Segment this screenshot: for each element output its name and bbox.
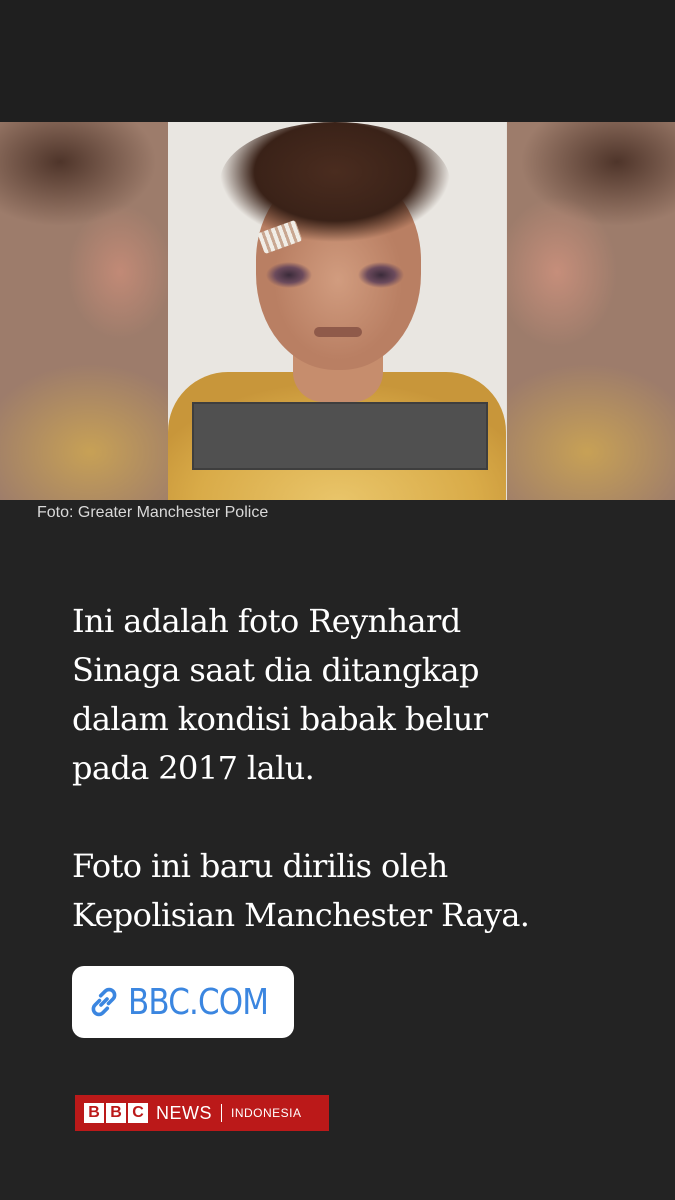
redaction-box [192, 402, 488, 470]
bbc-separator [221, 1104, 222, 1122]
bbc-news-indonesia-logo: B B C NEWS INDONESIA [75, 1095, 329, 1131]
bbc-block-b1: B [84, 1103, 104, 1123]
left-eye [266, 262, 312, 288]
story-text: Ini adalah foto Reynhard Sinaga saat dia… [72, 597, 612, 940]
mouth [314, 327, 362, 337]
link-sticker[interactable]: BBC.COM [72, 966, 294, 1038]
hair [220, 122, 450, 242]
right-eye [358, 262, 404, 288]
bbc-news-label: NEWS [156, 1102, 212, 1123]
bbc-block-c: C [128, 1103, 148, 1123]
photo-blur-left [0, 122, 168, 500]
link-label: BBC.COM [128, 981, 269, 1023]
bbc-blocks: B B C [84, 1103, 150, 1123]
photo [0, 122, 675, 500]
photo-blur-right [507, 122, 675, 500]
story-paragraph-2: Foto ini baru dirilis oleh Kepolisian Ma… [72, 847, 530, 934]
mugshot-image [168, 122, 506, 500]
bbc-edition-label: INDONESIA [231, 1106, 302, 1120]
bbc-block-b2: B [106, 1103, 126, 1123]
photo-caption: Foto: Greater Manchester Police [37, 504, 269, 521]
story-paragraph-1: Ini adalah foto Reynhard Sinaga saat dia… [72, 602, 488, 787]
top-band [0, 0, 675, 122]
link-icon [91, 987, 117, 1017]
